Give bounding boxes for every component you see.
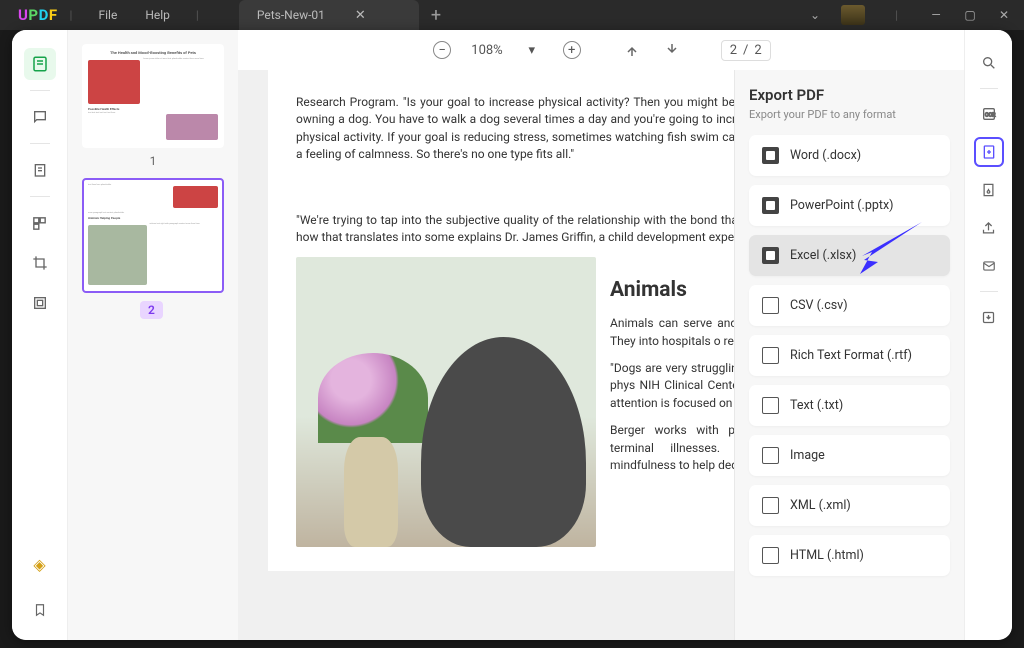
email-icon[interactable] xyxy=(974,251,1004,281)
reader-icon[interactable] xyxy=(24,48,56,80)
share-icon[interactable] xyxy=(974,213,1004,243)
page-thumbnail[interactable]: text lines here placeholder more paragra… xyxy=(82,178,224,292)
comment-icon[interactable] xyxy=(24,101,56,133)
export-option-html[interactable]: HTML (.html) xyxy=(749,535,950,576)
bookmark-icon[interactable] xyxy=(24,594,56,626)
zoom-out-button[interactable]: − xyxy=(431,39,453,61)
menu-file[interactable]: File xyxy=(98,8,117,22)
protect-icon[interactable] xyxy=(974,175,1004,205)
svg-text:OCR: OCR xyxy=(985,113,996,119)
chevron-down-icon[interactable]: ⌄ xyxy=(807,8,823,22)
right-sidebar: OCR xyxy=(964,30,1012,640)
prev-page-button[interactable] xyxy=(621,39,643,61)
zoom-level: 108% xyxy=(471,43,502,58)
close-icon[interactable]: ✕ xyxy=(355,8,366,23)
watermark-icon[interactable] xyxy=(24,287,56,319)
new-tab-button[interactable]: + xyxy=(431,5,441,26)
minimize-button[interactable]: ― xyxy=(928,8,944,22)
menu-help[interactable]: Help xyxy=(145,8,170,22)
thumb-number: 2 xyxy=(140,301,163,319)
app-logo: UPDF xyxy=(18,6,58,24)
page-thumbnail[interactable]: The Health and Mood-Boosting Benefits of… xyxy=(82,44,224,148)
edit-icon[interactable] xyxy=(24,154,56,186)
export-option-xml[interactable]: XML (.xml) xyxy=(749,485,950,526)
export-option-powerpoint[interactable]: PowerPoint (.pptx) xyxy=(749,185,950,226)
crop-icon[interactable] xyxy=(24,247,56,279)
view-toolbar: − 108% ▾ + 2/2 xyxy=(238,30,964,70)
close-window-button[interactable]: ✕ xyxy=(996,8,1012,22)
export-option-word[interactable]: Word (.docx) xyxy=(749,135,950,176)
search-icon[interactable] xyxy=(974,48,1004,78)
document-tab[interactable]: Pets-New-01 ✕ xyxy=(239,0,419,30)
thumb-number: 1 xyxy=(82,154,224,168)
export-option-excel[interactable]: Excel (.xlsx) xyxy=(749,235,950,276)
export-option-rtf[interactable]: Rich Text Format (.rtf) xyxy=(749,335,950,376)
ocr-icon[interactable]: OCR xyxy=(974,99,1004,129)
export-icon[interactable] xyxy=(974,137,1004,167)
zoom-dropdown[interactable]: ▾ xyxy=(521,39,543,61)
organize-icon[interactable] xyxy=(24,207,56,239)
tab-title: Pets-New-01 xyxy=(257,8,325,22)
inline-image xyxy=(296,257,596,547)
left-sidebar: ◈ xyxy=(12,30,68,640)
maximize-button[interactable]: ▢ xyxy=(962,8,978,22)
export-option-image[interactable]: Image xyxy=(749,435,950,476)
panel-title: Export PDF xyxy=(749,86,950,104)
export-option-text[interactable]: Text (.txt) xyxy=(749,385,950,426)
zoom-in-button[interactable]: + xyxy=(561,39,583,61)
premium-badge[interactable] xyxy=(841,5,865,25)
thumbnail-panel: The Health and Mood-Boosting Benefits of… xyxy=(68,30,238,640)
panel-subtitle: Export your PDF to any format xyxy=(749,108,950,121)
export-panel: Export PDF Export your PDF to any format… xyxy=(734,70,964,640)
export-option-csv[interactable]: CSV (.csv) xyxy=(749,285,950,326)
next-page-button[interactable] xyxy=(661,39,683,61)
layers-icon[interactable]: ◈ xyxy=(24,548,56,580)
save-icon[interactable] xyxy=(974,302,1004,332)
page-indicator[interactable]: 2/2 xyxy=(721,40,771,61)
